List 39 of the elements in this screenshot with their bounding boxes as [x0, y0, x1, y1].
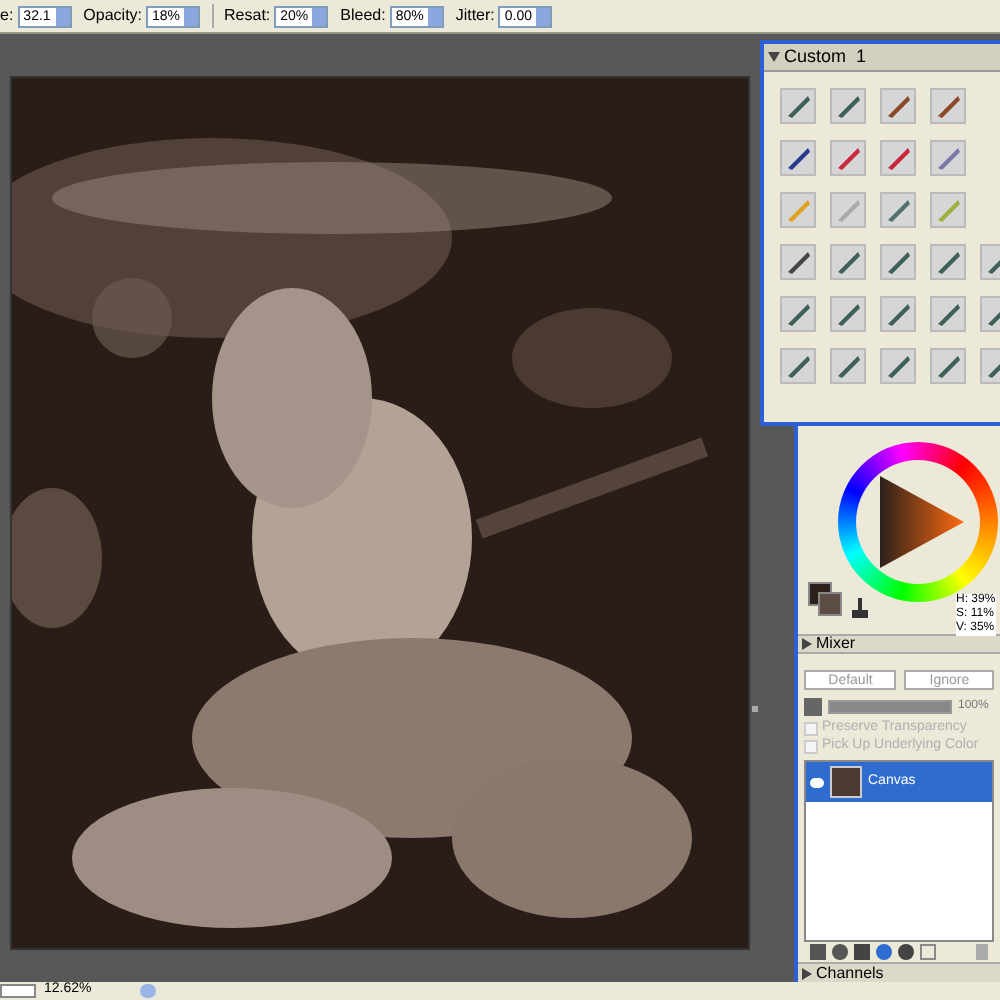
collapse-triangle-icon[interactable]: [768, 52, 780, 62]
expand-triangle-icon[interactable]: [802, 638, 812, 650]
brush-tool-icon[interactable]: [830, 296, 866, 332]
brush-tool-icon[interactable]: [880, 348, 916, 384]
brush-tool-icon[interactable]: [780, 88, 816, 124]
brush-tool-icon[interactable]: [780, 296, 816, 332]
brush-tool-icon[interactable]: [880, 140, 916, 176]
new-layer-icon[interactable]: [920, 944, 936, 960]
brush-tool-icon[interactable]: [880, 192, 916, 228]
channels-title: Channels: [816, 961, 884, 985]
zoom-field[interactable]: [0, 984, 36, 998]
brush-tool-icon[interactable]: [880, 244, 916, 280]
mixer-title: Mixer: [816, 632, 856, 656]
brush-tool-icon[interactable]: [830, 88, 866, 124]
brush-tool-icon[interactable]: [930, 88, 966, 124]
color-swatches[interactable]: [808, 582, 842, 616]
field-label: Opacity:: [83, 4, 143, 28]
field-label: Bleed:: [340, 4, 386, 28]
palette-title: Custom 1: [784, 43, 867, 70]
brush-tool-icon[interactable]: [930, 348, 966, 384]
brush-tool-icon[interactable]: [930, 244, 966, 280]
brush-tool-icon[interactable]: [830, 348, 866, 384]
field-label: e:: [0, 4, 14, 28]
brush-tool-icon[interactable]: [880, 88, 916, 124]
eye-icon[interactable]: [810, 777, 824, 787]
field-label: Jitter:: [455, 4, 495, 28]
stamp-icon[interactable]: [852, 598, 868, 618]
brush-tool-icon[interactable]: [830, 140, 866, 176]
brush-tool-icon[interactable]: [780, 140, 816, 176]
brush-tool-icon[interactable]: [930, 296, 966, 332]
brush-tool-icon[interactable]: [830, 244, 866, 280]
field-label: Resat:: [224, 4, 271, 28]
mixer-header[interactable]: Mixer: [798, 634, 1000, 654]
brush-tool-icon[interactable]: [780, 244, 816, 280]
channels-header[interactable]: Channels: [798, 962, 1000, 982]
expand-triangle-icon[interactable]: [802, 967, 812, 979]
brush-tool-icon[interactable]: [780, 348, 816, 384]
brush-tool-icon[interactable]: [880, 296, 916, 332]
layer-thumbnail: [830, 766, 862, 798]
